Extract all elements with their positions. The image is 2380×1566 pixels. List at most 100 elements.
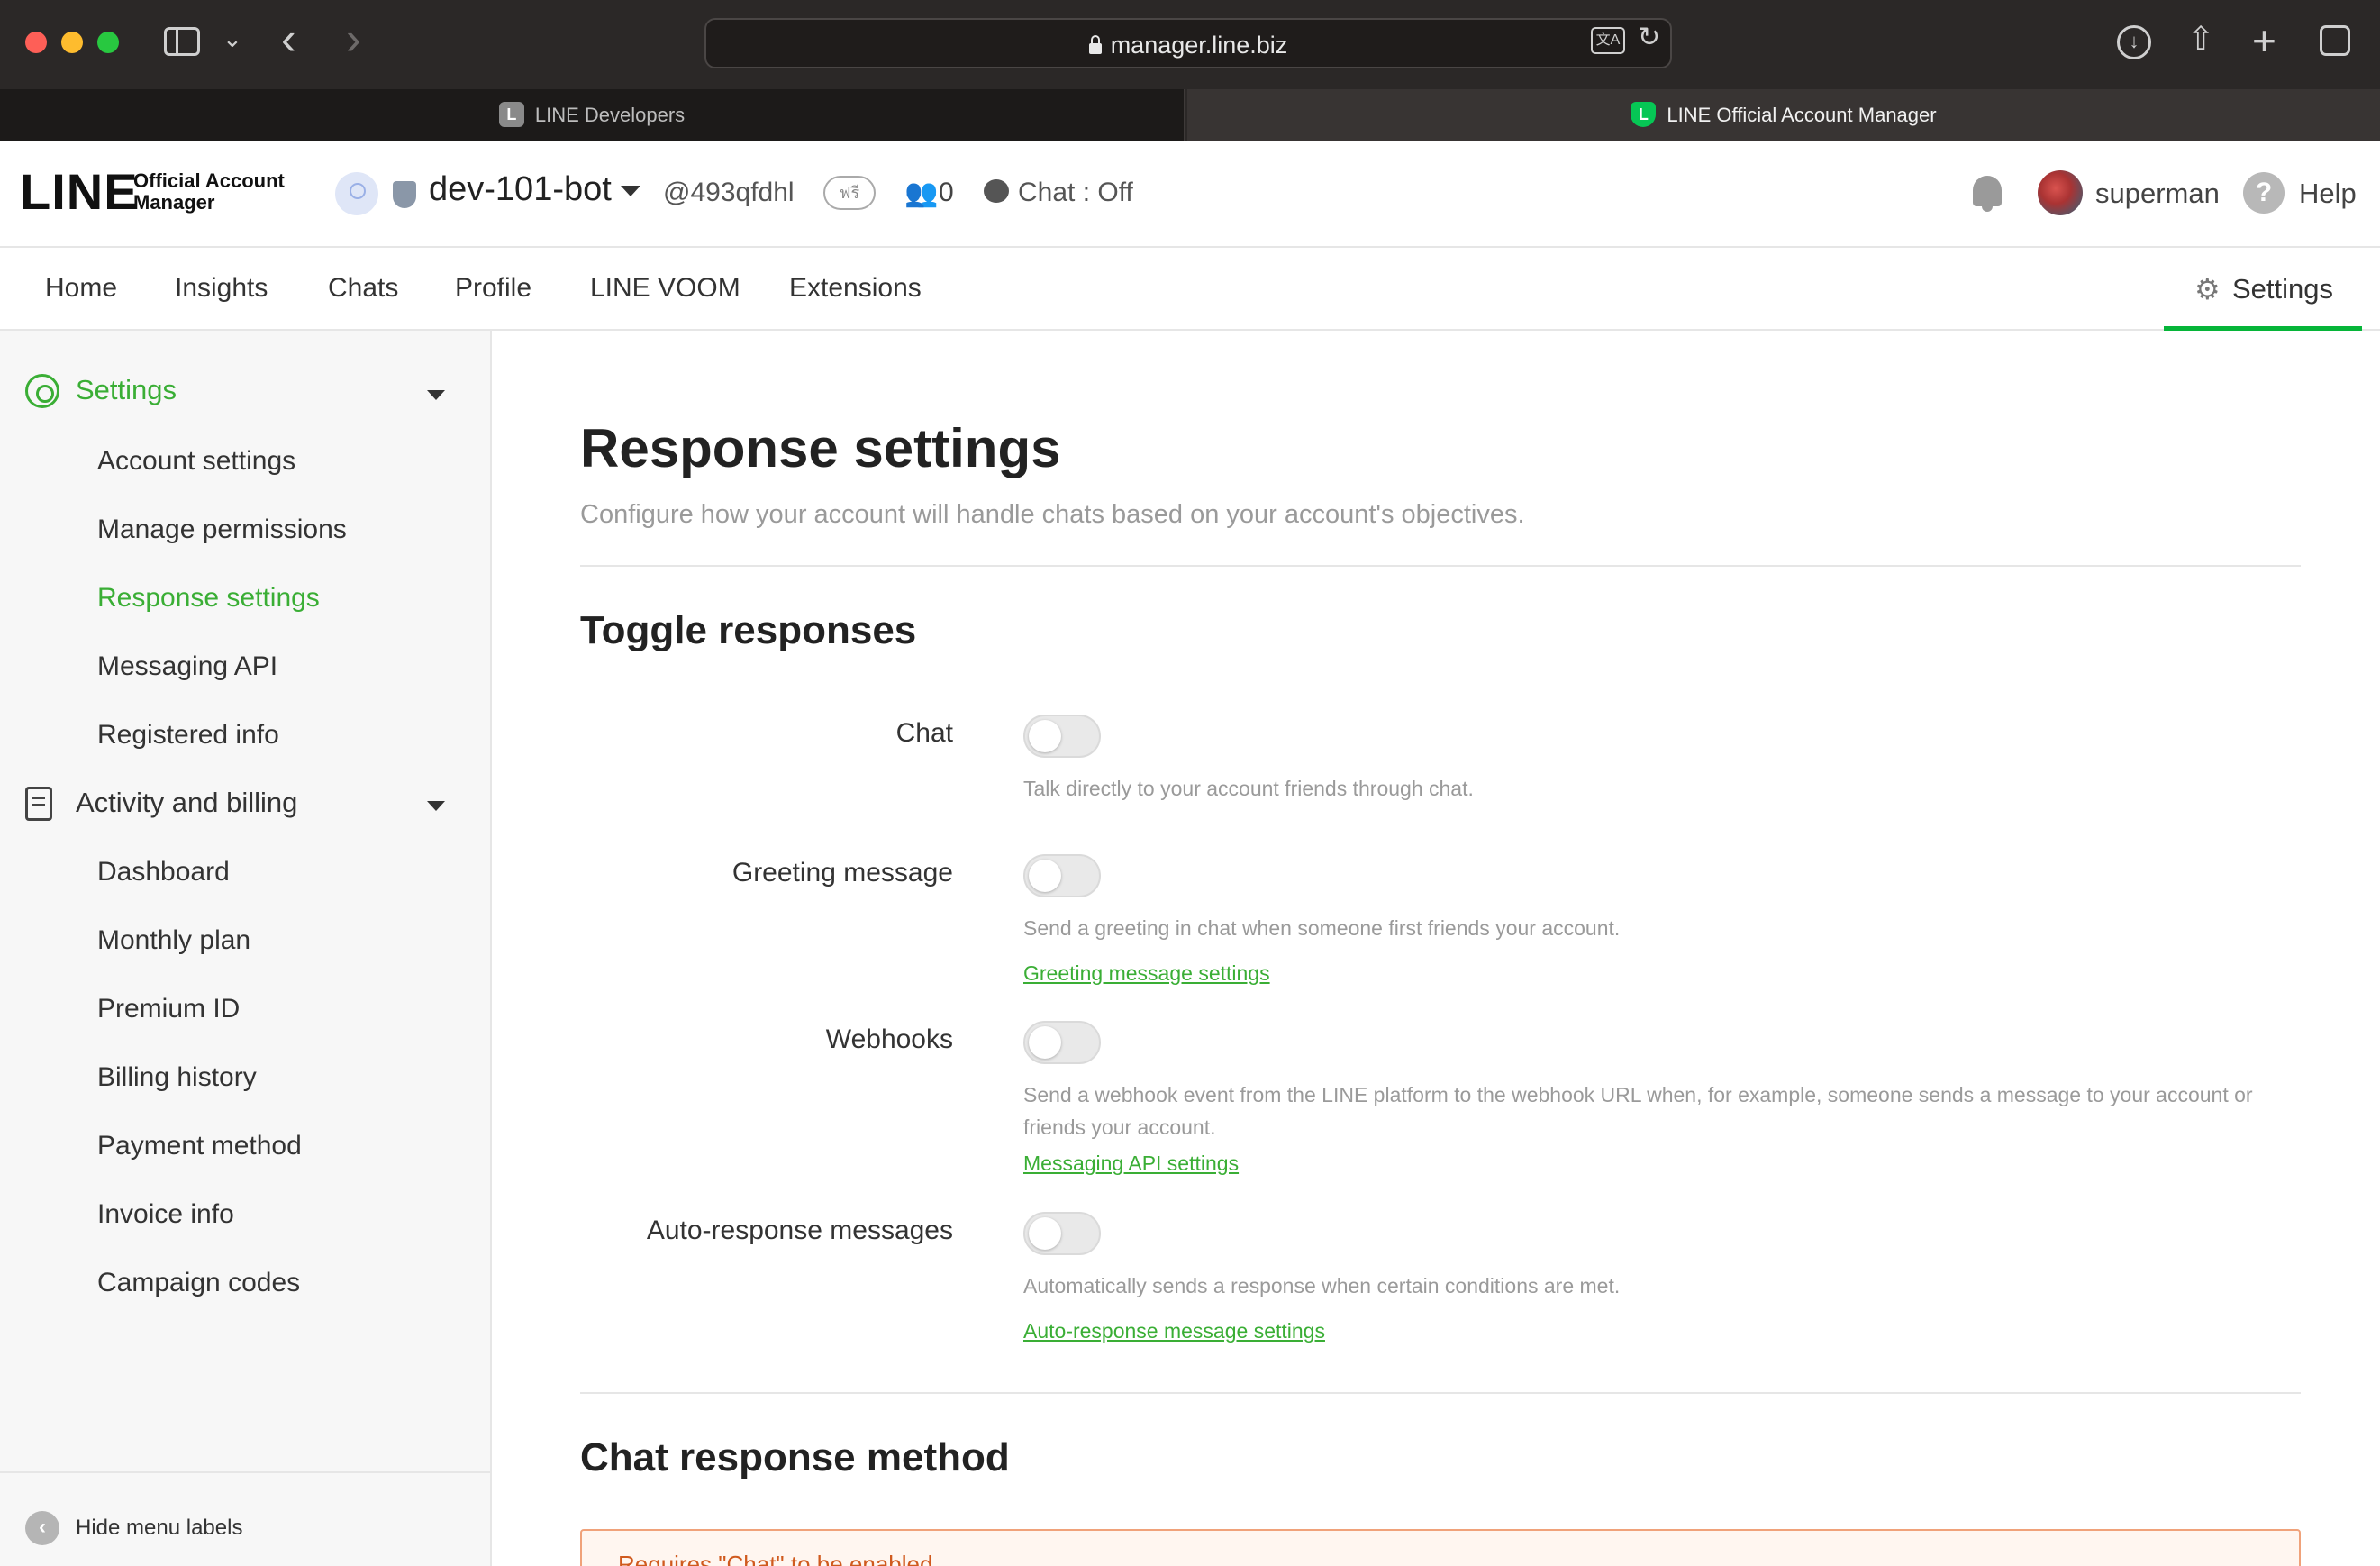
line-logo[interactable]: LINE xyxy=(20,167,139,217)
sidebar-item-campaign-codes[interactable]: Campaign codes xyxy=(97,1268,300,1298)
account-switcher[interactable]: dev-101-bot xyxy=(429,170,640,209)
sidebar-item-billing-history[interactable]: Billing history xyxy=(97,1062,257,1093)
account-avatar[interactable] xyxy=(335,172,378,215)
tab-strip: L LINE Developers L LINE Official Account … xyxy=(0,89,2380,141)
toggle-label-chat: Chat xyxy=(895,718,953,748)
sidebar-item-payment-method[interactable]: Payment method xyxy=(97,1131,302,1161)
toggle-description-auto-response: Automatically sends a response when cert… xyxy=(1023,1274,1621,1297)
toggle-description-webhooks: Send a webhook event from the LINE platf… xyxy=(1023,1083,2253,1139)
account-name: dev-101-bot xyxy=(429,170,612,208)
nav-insights[interactable]: Insights xyxy=(175,273,268,304)
help-icon[interactable]: ? xyxy=(2243,172,2285,214)
collapse-caret-icon[interactable] xyxy=(427,390,445,400)
sidebar-item-account-settings[interactable]: Account settings xyxy=(97,446,295,477)
page-title: Response settings xyxy=(580,418,1061,478)
page-description: Configure how your account will handle c… xyxy=(580,500,1525,529)
reload-icon[interactable]: ↻ xyxy=(1638,22,1660,53)
sidebar-group-label: Activity and billing xyxy=(76,787,298,818)
sidebar-item-invoice-info[interactable]: Invoice info xyxy=(97,1199,234,1230)
toggle-description-chat: Talk directly to your account friends th… xyxy=(1023,777,1474,800)
divider xyxy=(580,565,2301,567)
document-icon xyxy=(25,787,52,821)
toggle-label-auto-response: Auto-response messages xyxy=(646,1215,953,1245)
share-icon[interactable]: ⇧ xyxy=(2187,20,2214,58)
app-header: LINE Official Account Manager dev-101-bo… xyxy=(0,141,2380,248)
user-avatar[interactable] xyxy=(2038,170,2083,215)
back-icon[interactable]: ‹ xyxy=(281,16,296,61)
chat-toggle[interactable] xyxy=(1023,715,1101,758)
browser-tab-line-oa-manager[interactable]: L LINE Official Account Manager xyxy=(1187,89,2380,141)
help-link[interactable]: Help xyxy=(2299,178,2357,210)
sidebar-item-monthly-plan[interactable]: Monthly plan xyxy=(97,925,250,956)
nav-settings-label: Settings xyxy=(2232,273,2334,305)
settings-gear-icon xyxy=(25,374,59,408)
line-developers-favicon-icon: L xyxy=(498,102,524,128)
toggle-label-greeting: Greeting message xyxy=(731,858,953,888)
main-content: Response settings Configure how your acc… xyxy=(494,332,2380,1566)
hide-menu-labels-button[interactable]: Hide menu labels xyxy=(76,1516,242,1541)
toggle-label-webhooks: Webhooks xyxy=(825,1024,953,1054)
alert-text: Requires "Chat" to be enabled. xyxy=(618,1551,940,1566)
bell-icon[interactable] xyxy=(1969,174,2005,214)
greeting-message-settings-link[interactable]: Greeting message settings xyxy=(1023,961,1270,986)
collapse-caret-icon[interactable] xyxy=(427,801,445,811)
greeting-message-toggle[interactable] xyxy=(1023,854,1101,897)
main-nav: Home Insights Chats Profile LINE VOOM Ex… xyxy=(0,248,2380,331)
auto-response-toggle[interactable] xyxy=(1023,1212,1101,1255)
line-logo-subtitle: Official Account Manager xyxy=(133,170,285,214)
sidebar-group-label: Settings xyxy=(76,374,177,405)
caret-down-icon xyxy=(620,185,640,196)
sidebar-item-response-settings[interactable]: Response settings xyxy=(97,583,320,614)
browser-tab-line-developers[interactable]: L LINE Developers xyxy=(0,89,1185,141)
sidebar-item-registered-info[interactable]: Registered info xyxy=(97,720,279,751)
chevron-down-icon[interactable]: ⌄ xyxy=(223,25,242,53)
forward-icon[interactable]: › xyxy=(346,16,361,61)
sidebar: Settings Account settings Manage permiss… xyxy=(0,331,492,1566)
minimize-window-button[interactable] xyxy=(61,32,83,53)
line-oa-favicon-icon: L xyxy=(1631,102,1657,128)
close-window-button[interactable] xyxy=(25,32,47,53)
zoom-window-button[interactable] xyxy=(97,32,119,53)
sidebar-item-messaging-api[interactable]: Messaging API xyxy=(97,651,277,682)
plan-badge: ฟรี xyxy=(823,176,876,210)
nav-settings[interactable]: ⚙ Settings xyxy=(2164,248,2362,331)
address-bar-text: manager.line.biz xyxy=(706,32,1670,59)
tab-label: LINE Developers xyxy=(534,104,686,126)
sidebar-item-manage-permissions[interactable]: Manage permissions xyxy=(97,514,347,545)
nav-extensions[interactable]: Extensions xyxy=(789,273,922,304)
chat-status[interactable]: Chat : Off xyxy=(1018,178,1133,208)
webhooks-toggle[interactable] xyxy=(1023,1021,1101,1064)
new-tab-icon[interactable]: + xyxy=(2252,16,2276,65)
logo-subtitle-line-1: Official Account xyxy=(133,169,285,192)
auto-response-settings-link[interactable]: Auto-response message settings xyxy=(1023,1319,1325,1343)
section-title-toggle-responses: Toggle responses xyxy=(580,608,917,652)
nav-profile[interactable]: Profile xyxy=(455,273,531,304)
nav-line-voom[interactable]: LINE VOOM xyxy=(590,273,740,304)
friends-count: 0 xyxy=(939,178,954,207)
chevron-left-icon[interactable]: ‹ xyxy=(25,1511,59,1545)
section-title-chat-response-method: Chat response method xyxy=(580,1435,1010,1480)
sidebar-item-dashboard[interactable]: Dashboard xyxy=(97,857,230,888)
nav-home[interactable]: Home xyxy=(45,273,117,304)
chat-bubble-icon xyxy=(984,179,1009,203)
browser-chrome: ⌄ ‹ › manager.line.biz 文A ↻ ↓ ⇧ + L LINE … xyxy=(0,0,2380,141)
user-name[interactable]: superman xyxy=(2095,178,2220,210)
divider xyxy=(580,1392,2301,1394)
sidebar-item-premium-id[interactable]: Premium ID xyxy=(97,994,240,1024)
nav-chats[interactable]: Chats xyxy=(328,273,398,304)
address-bar[interactable]: manager.line.biz xyxy=(704,18,1672,68)
gear-icon: ⚙ xyxy=(2194,273,2221,305)
lock-icon xyxy=(1088,35,1102,54)
logo-subtitle-line-2: Manager xyxy=(133,191,215,214)
friends-icon: 👥 xyxy=(904,178,939,208)
account-id: @493qfdhl xyxy=(663,178,795,207)
toggle-description-greeting: Send a greeting in chat when someone fir… xyxy=(1023,916,1621,940)
url-label: manager.line.biz xyxy=(1110,32,1288,59)
translate-icon[interactable]: 文A xyxy=(1591,27,1625,54)
chat-required-alert: Requires "Chat" to be enabled. xyxy=(580,1529,2301,1566)
sidebar-toggle-icon[interactable] xyxy=(164,27,200,56)
tab-overview-icon[interactable] xyxy=(2320,25,2350,56)
messaging-api-settings-link[interactable]: Messaging API settings xyxy=(1023,1152,1239,1176)
download-icon[interactable]: ↓ xyxy=(2117,25,2151,59)
tab-label: LINE Official Account Manager xyxy=(1667,104,1937,126)
